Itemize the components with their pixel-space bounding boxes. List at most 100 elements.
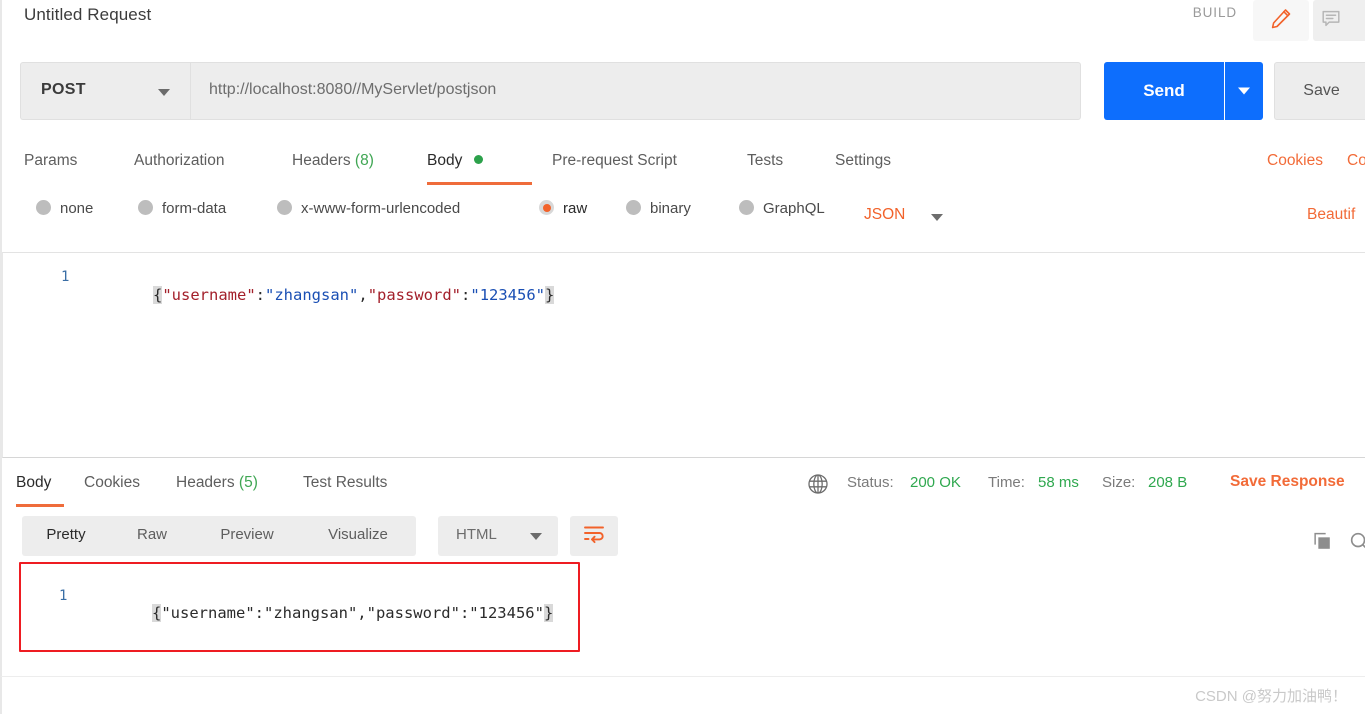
tab-label: Body xyxy=(16,474,52,491)
response-tab-cookies[interactable]: Cookies xyxy=(84,462,140,507)
radio-label: GraphQL xyxy=(763,200,825,217)
radio-form-data[interactable]: form-data xyxy=(138,200,226,226)
open-brace: { xyxy=(153,286,163,304)
radio-binary[interactable]: binary xyxy=(626,200,691,226)
radio-raw[interactable]: raw xyxy=(539,200,587,226)
page-title: Untitled Request xyxy=(24,5,152,24)
comment-icon xyxy=(1320,7,1342,34)
tab-settings[interactable]: Settings xyxy=(835,140,891,185)
response-view-visualize[interactable]: Visualize xyxy=(300,516,416,556)
response-body-text: "username":"zhangsan","password":"123456… xyxy=(161,604,544,622)
active-tab-underline xyxy=(427,182,532,185)
tab-params[interactable]: Params xyxy=(24,140,77,185)
cookies-link[interactable]: Cookies xyxy=(1267,152,1323,170)
request-body-editor[interactable]: 1 {"username":"zhangsan","password":"123… xyxy=(2,252,1365,458)
pencil-icon xyxy=(1269,6,1293,35)
seg-label: Preview xyxy=(220,526,274,543)
search-icon xyxy=(1348,532,1365,556)
save-button[interactable]: Save xyxy=(1274,62,1365,120)
send-button[interactable]: Send xyxy=(1104,62,1224,120)
radio-none[interactable]: none xyxy=(36,200,93,226)
tab-body[interactable]: Body xyxy=(427,140,532,185)
response-tab-headers[interactable]: Headers (5) xyxy=(176,462,258,507)
time-label: Time: xyxy=(988,474,1025,491)
code-link[interactable]: Co xyxy=(1347,152,1365,170)
request-body-code: {"username":"zhangsan","password":"12345… xyxy=(97,268,555,322)
chevron-down-icon xyxy=(158,89,170,96)
copy-icon xyxy=(1311,532,1333,556)
close-brace: } xyxy=(543,604,554,622)
body-format-selector[interactable]: JSON xyxy=(864,206,905,224)
tab-pre-request-script[interactable]: Pre-request Script xyxy=(552,140,677,185)
tab-label: Headers xyxy=(292,152,351,169)
watermark: CSDN @努力加油鸭！ xyxy=(1195,688,1347,705)
radio-graphql[interactable]: GraphQL xyxy=(739,200,825,226)
tab-label: Tests xyxy=(747,152,784,169)
build-label: BUILD xyxy=(1192,5,1237,20)
headers-count: (5) xyxy=(238,474,258,491)
line-number: 1 xyxy=(59,588,68,604)
radio-label: form-data xyxy=(162,200,227,217)
response-view-raw[interactable]: Raw xyxy=(110,516,194,556)
comments-button[interactable] xyxy=(1313,0,1365,41)
radio-selected-icon xyxy=(539,200,554,215)
response-tabs: Body Cookies Headers (5) Test Results St… xyxy=(0,462,1365,507)
tab-label: Settings xyxy=(835,152,892,169)
word-wrap-button[interactable] xyxy=(570,516,618,556)
json-comma: , xyxy=(358,286,368,304)
json-colon: : xyxy=(461,286,471,304)
method-selector[interactable]: POST xyxy=(20,62,190,120)
tab-headers[interactable]: Headers (8) xyxy=(292,140,374,185)
chevron-down-icon xyxy=(530,533,542,540)
postman-window: Untitled Request BUILD POST http://local… xyxy=(0,0,1365,714)
response-body-viewer[interactable]: 1 {"username":"zhangsan","password":"123… xyxy=(2,566,1365,676)
save-label: Save xyxy=(1303,82,1340,99)
url-value: http://localhost:8080//MyServlet/postjso… xyxy=(209,81,497,98)
chevron-down-icon[interactable] xyxy=(931,214,943,221)
send-options-button[interactable] xyxy=(1225,62,1263,120)
open-brace: { xyxy=(152,604,162,622)
tab-label: Authorization xyxy=(134,152,225,169)
response-tab-test-results[interactable]: Test Results xyxy=(303,462,387,507)
tab-label: Body xyxy=(427,152,463,169)
json-key: "password" xyxy=(367,286,462,304)
send-label: Send xyxy=(1143,81,1185,100)
tab-authorization[interactable]: Authorization xyxy=(134,140,224,185)
close-brace: } xyxy=(545,286,555,304)
response-view-pretty[interactable]: Pretty xyxy=(22,516,110,556)
tab-label: Cookies xyxy=(84,474,140,491)
globe-icon xyxy=(806,472,830,501)
response-body-code: {"username":"zhangsan","password":"12345… xyxy=(96,586,554,640)
search-button[interactable] xyxy=(1348,530,1365,557)
word-wrap-icon xyxy=(582,524,606,549)
request-tabs: Params Authorization Headers (8) Body Pr… xyxy=(0,140,1365,185)
tab-label: Headers xyxy=(176,474,235,491)
radio-x-www-form-urlencoded[interactable]: x-www-form-urlencoded xyxy=(277,200,460,226)
url-input[interactable]: http://localhost:8080//MyServlet/postjso… xyxy=(190,62,1081,120)
headers-count: (8) xyxy=(354,152,374,169)
active-tab-underline xyxy=(16,504,64,507)
beautify-link[interactable]: Beautif xyxy=(1307,206,1355,224)
status-value: 200 OK xyxy=(910,474,961,491)
method-label: POST xyxy=(41,81,86,98)
seg-label: Raw xyxy=(136,526,167,543)
size-label: Size: xyxy=(1102,474,1136,491)
json-key: "username" xyxy=(162,286,256,304)
seg-label: Pretty xyxy=(46,526,86,543)
tab-label: Pre-request Script xyxy=(552,152,677,169)
response-view-preview[interactable]: Preview xyxy=(194,516,300,556)
copy-button[interactable] xyxy=(1311,530,1333,557)
seg-label: Visualize xyxy=(328,526,388,543)
radio-label: x-www-form-urlencoded xyxy=(301,200,461,217)
time-value: 58 ms xyxy=(1038,474,1079,491)
chevron-down-icon xyxy=(1238,87,1250,95)
body-type-row: none form-data x-www-form-urlencoded raw… xyxy=(0,194,1365,240)
format-label: HTML xyxy=(456,526,497,543)
radio-icon xyxy=(739,200,754,215)
response-tab-body[interactable]: Body xyxy=(16,462,64,507)
json-colon: : xyxy=(255,286,266,304)
response-format-selector[interactable]: HTML xyxy=(438,516,558,556)
tab-tests[interactable]: Tests xyxy=(747,140,783,185)
save-response-link[interactable]: Save Response xyxy=(1230,473,1345,491)
edit-button[interactable] xyxy=(1253,0,1309,41)
